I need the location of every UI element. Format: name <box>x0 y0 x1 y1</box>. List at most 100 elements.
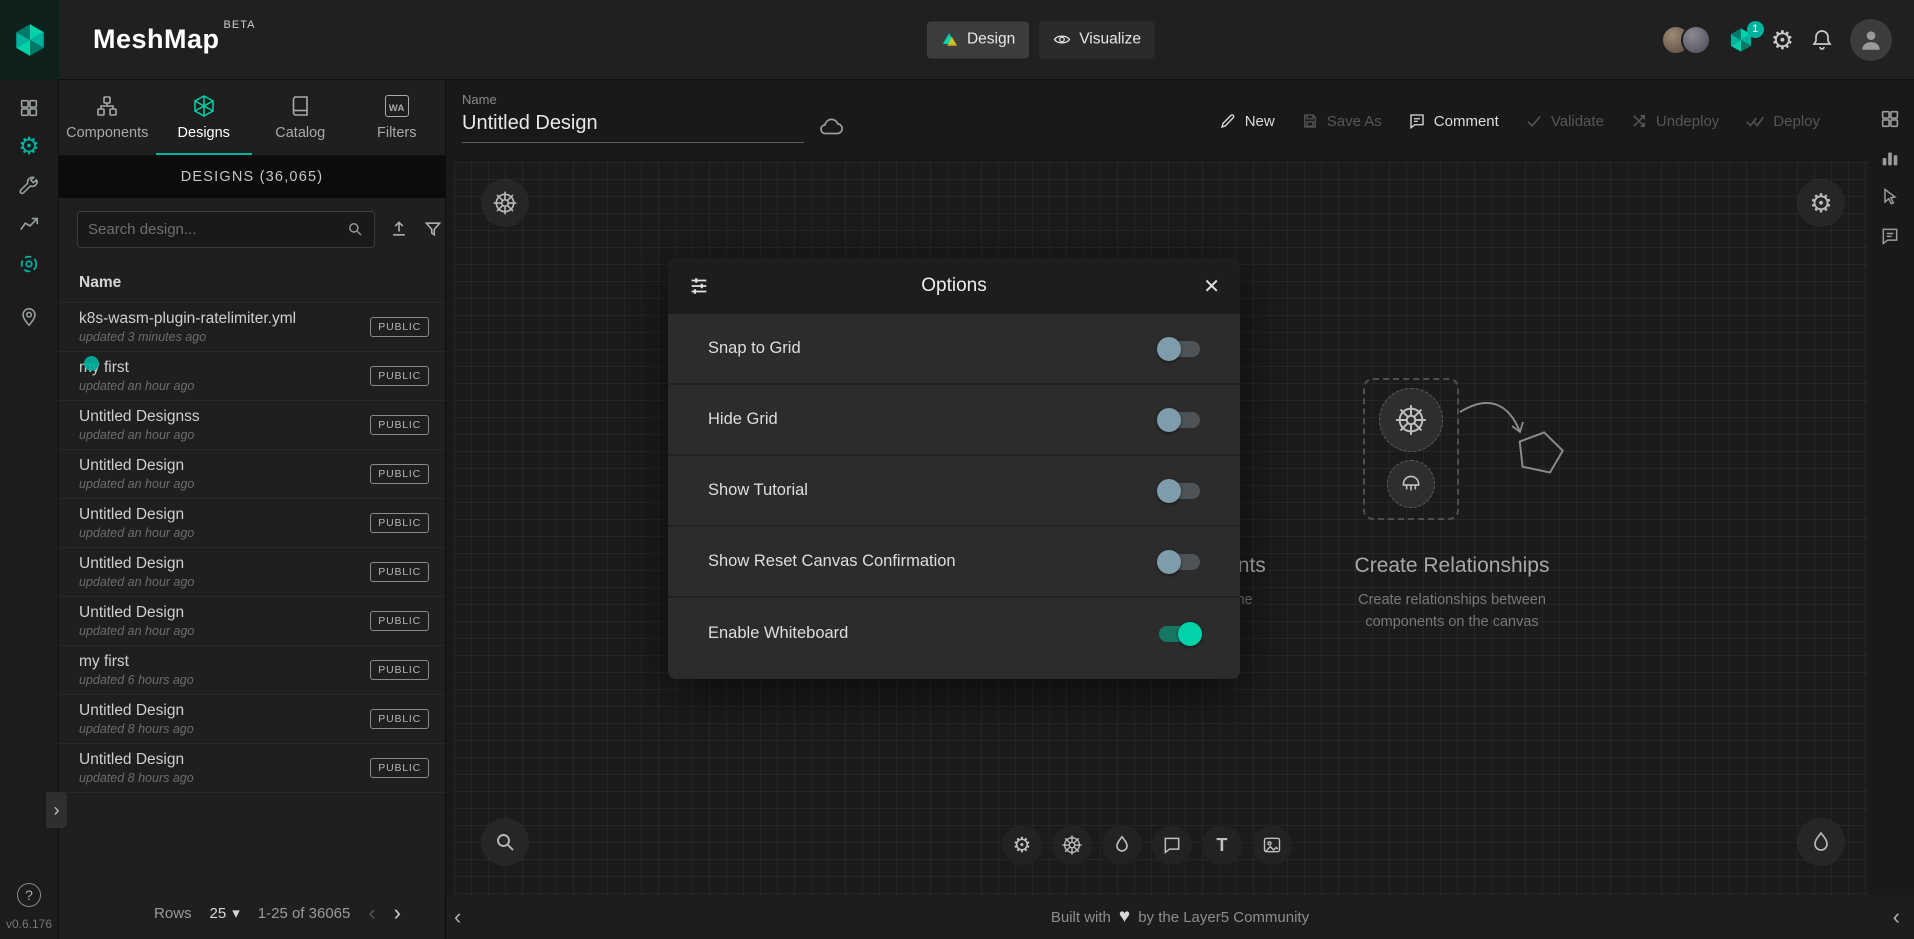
design-updated: updated an hour ago <box>79 526 194 540</box>
dock-chart-icon[interactable] <box>1878 146 1902 170</box>
check-icon <box>1525 112 1543 130</box>
text-tool[interactable]: T <box>1202 825 1242 865</box>
design-list-item[interactable]: Untitled Design updated an hour ago PUBL… <box>59 548 445 597</box>
tab-components[interactable]: Components <box>59 80 156 155</box>
design-list-item[interactable]: Untitled Design updated an hour ago PUBL… <box>59 597 445 646</box>
undeploy-button[interactable]: Undeploy <box>1630 112 1719 130</box>
performance-nav-icon[interactable] <box>17 213 41 237</box>
comment-tool[interactable] <box>1152 825 1192 865</box>
design-list-item[interactable]: Untitled Design updated 8 hours ago PUBL… <box>59 695 445 744</box>
kubernetes-tool[interactable] <box>1052 825 1092 865</box>
lifecycle-nav-icon[interactable]: ⚙ <box>17 135 41 159</box>
right-dock-rail <box>1878 107 1902 248</box>
collaborator-avatar-2[interactable] <box>1681 25 1711 55</box>
pencil-icon <box>1219 112 1237 130</box>
close-icon[interactable]: ✕ <box>1190 274 1220 299</box>
help-button[interactable]: ? <box>17 883 41 907</box>
next-page-button[interactable]: › <box>394 902 401 924</box>
design-list-item[interactable]: Untitled Design updated an hour ago PUBL… <box>59 499 445 548</box>
option-row-enable-whiteboard: Enable Whiteboard <box>668 598 1240 669</box>
visibility-badge: PUBLIC <box>370 611 429 631</box>
comment-icon <box>1408 112 1426 130</box>
enable-whiteboard-toggle[interactable] <box>1159 626 1200 642</box>
design-list: k8s-wasm-plugin-ratelimiter.yml updated … <box>59 303 445 793</box>
design-mode-button[interactable]: Design <box>927 21 1029 58</box>
option-label: Hide Grid <box>708 410 778 429</box>
rows-per-page-select[interactable]: 25 ▾ <box>210 904 240 922</box>
collaborator-avatars[interactable] <box>1661 25 1711 55</box>
rows-per-page-label: Rows <box>154 905 192 922</box>
create-relationships-hint-title: Create Relationships <box>1302 554 1602 578</box>
layer5-logo-icon <box>11 21 49 59</box>
meshery-notifications-button[interactable]: 1 <box>1727 26 1755 54</box>
canvas-preferences-button[interactable]: ⚙ <box>1798 180 1844 226</box>
snap-to-grid-toggle[interactable] <box>1159 341 1200 357</box>
collapse-right-dock-button[interactable]: ‹ <box>1893 904 1900 930</box>
filter-funnel-icon[interactable] <box>423 219 443 239</box>
deploy-button[interactable]: Deploy <box>1745 112 1820 130</box>
zoom-button[interactable] <box>482 819 528 865</box>
design-search-box <box>77 211 375 248</box>
comment-label: Comment <box>1434 113 1499 130</box>
tab-catalog[interactable]: Catalog <box>252 80 349 155</box>
design-updated: updated 8 hours ago <box>79 722 194 736</box>
design-updated: updated an hour ago <box>79 379 194 393</box>
design-list-item[interactable]: Untitled Designss updated an hour ago PU… <box>59 401 445 450</box>
visibility-badge: PUBLIC <box>370 415 429 435</box>
option-label: Enable Whiteboard <box>708 624 848 643</box>
settings-gear-button[interactable]: ⚙ <box>1771 27 1794 53</box>
collapse-left-panel-button[interactable]: ‹ <box>454 904 461 930</box>
tab-filters[interactable]: WA Filters <box>349 80 446 155</box>
save-as-button[interactable]: Save As <box>1301 112 1382 130</box>
design-list-item[interactable]: Untitled Design updated an hour ago PUBL… <box>59 450 445 499</box>
options-modal-header: Options ✕ <box>668 258 1240 314</box>
media-tool[interactable] <box>1252 825 1292 865</box>
tab-components-label: Components <box>66 125 148 141</box>
visibility-badge: PUBLIC <box>370 709 429 729</box>
component-gear-tool[interactable]: ⚙ <box>1002 825 1042 865</box>
design-updated: updated an hour ago <box>79 428 200 442</box>
double-check-icon <box>1745 112 1765 130</box>
reset-canvas-confirmation-toggle[interactable] <box>1159 554 1200 570</box>
visibility-badge: PUBLIC <box>370 758 429 778</box>
relationship-arrow-sketch <box>1454 390 1574 500</box>
expand-nav-button[interactable]: › <box>46 792 67 828</box>
design-list-item[interactable]: Untitled Design updated 8 hours ago PUBL… <box>59 744 445 793</box>
toolbox-nav-icon[interactable] <box>17 174 41 198</box>
previous-page-button[interactable]: ‹ <box>368 902 375 924</box>
validate-button[interactable]: Validate <box>1525 112 1604 130</box>
import-design-icon[interactable] <box>389 219 409 239</box>
tab-designs[interactable]: Designs <box>156 80 253 155</box>
show-tutorial-toggle[interactable] <box>1159 483 1200 499</box>
dock-grid-icon[interactable] <box>1878 107 1902 131</box>
option-row-hide-grid: Hide Grid <box>668 385 1240 456</box>
shapes-tool[interactable] <box>1102 825 1142 865</box>
designs-count-header: DESIGNS (36,065) <box>59 156 445 198</box>
design-updated: updated 3 minutes ago <box>79 330 296 344</box>
design-name: Untitled Design <box>79 506 194 525</box>
visibility-badge: PUBLIC <box>370 317 429 337</box>
canvas-source-button[interactable] <box>482 180 528 226</box>
layer5-logo[interactable] <box>0 0 59 80</box>
design-list-item[interactable]: k8s-wasm-plugin-ratelimiter.yml updated … <box>59 303 445 352</box>
design-name-input[interactable] <box>462 110 804 143</box>
design-list-item[interactable]: my first updated 6 hours ago PUBLIC <box>59 646 445 695</box>
notification-count-badge: 1 <box>1747 21 1764 38</box>
design-search-input[interactable] <box>88 221 346 238</box>
new-design-button[interactable]: New <box>1219 112 1275 130</box>
extensions-nav-icon[interactable] <box>17 252 41 276</box>
plume-action-button[interactable] <box>1798 819 1844 865</box>
comment-button[interactable]: Comment <box>1408 112 1499 130</box>
visualize-mode-button[interactable]: Visualize <box>1039 21 1155 58</box>
dock-chat-icon[interactable] <box>1878 224 1902 248</box>
bell-icon[interactable] <box>1810 28 1834 52</box>
design-name-label: Name <box>462 92 804 107</box>
location-pin-nav-icon[interactable] <box>17 305 41 329</box>
design-list-item[interactable]: my first updated an hour ago PUBLIC <box>59 352 445 401</box>
hide-grid-toggle[interactable] <box>1159 412 1200 428</box>
user-avatar-button[interactable] <box>1850 19 1892 61</box>
save-as-label: Save As <box>1327 113 1382 130</box>
dashboard-nav-icon[interactable] <box>17 96 41 120</box>
dock-pointer-icon[interactable] <box>1878 185 1902 209</box>
options-modal-title: Options <box>718 275 1190 297</box>
